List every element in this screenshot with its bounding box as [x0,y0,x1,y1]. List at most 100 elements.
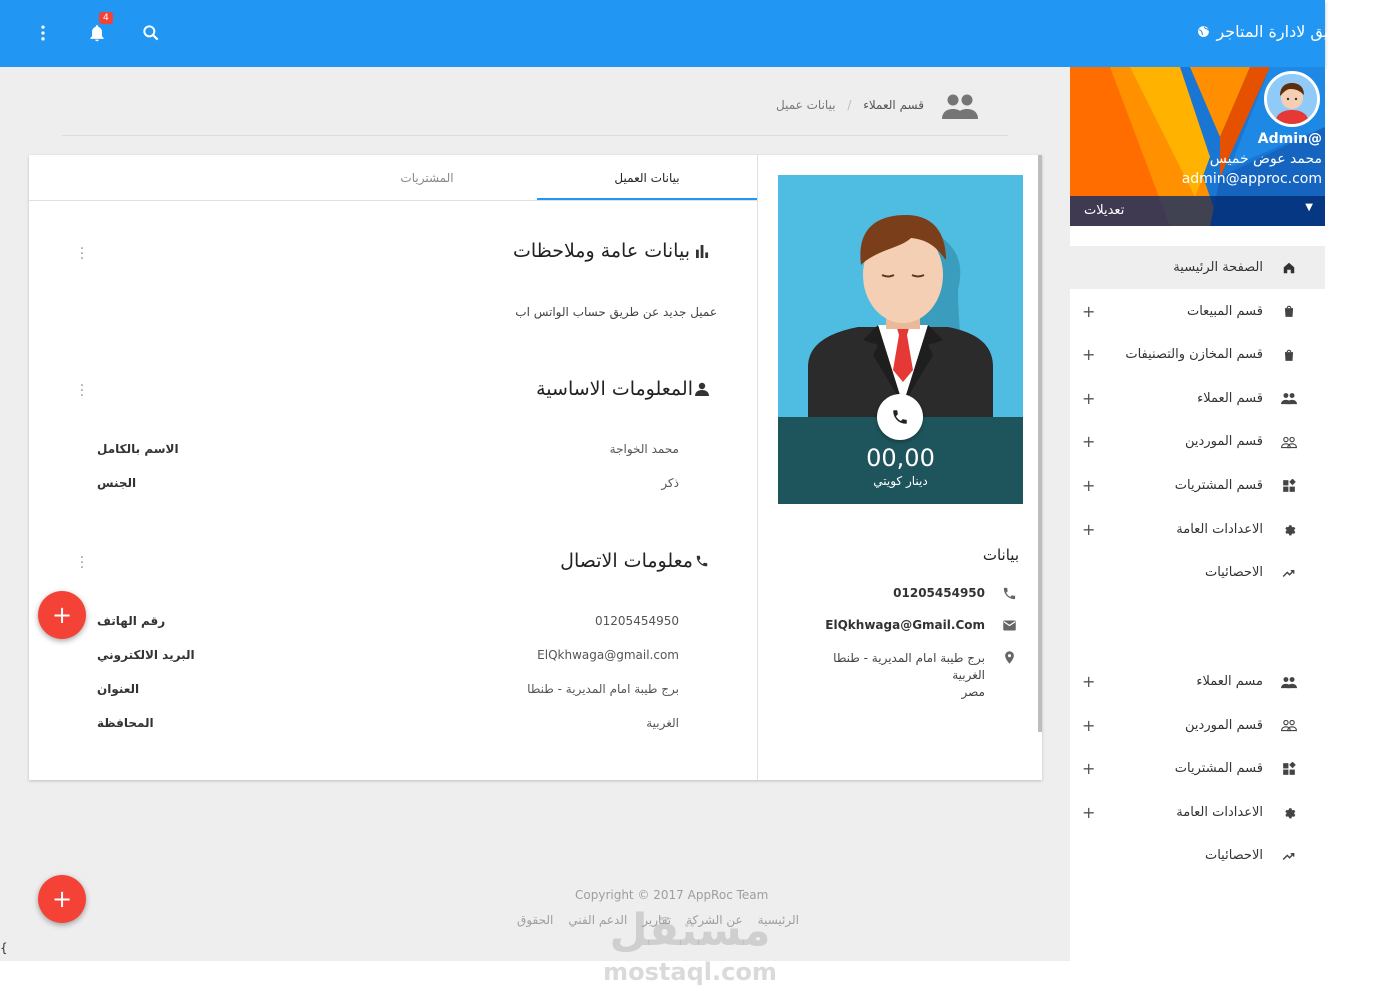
general-note: عميل جديد عن طريق حساب الواتس اب [515,305,717,319]
info-email: ElQkhwaga@Gmail.Com [825,618,985,632]
sidebar-item-label: قسم المشتريات [1174,761,1263,776]
address-value: برج طيبة امام المديرية - طنطا [527,682,679,696]
expand-plus-icon[interactable]: + [1082,672,1095,691]
phone-icon [893,410,907,424]
scrollbar[interactable] [1038,155,1042,732]
search-icon[interactable] [138,20,164,46]
sidebar-item-label: قسم المبيعات [1186,303,1263,319]
sidebar-item[interactable]: قسم المشتريات + [1070,464,1325,507]
sidebar-item-label: قسم المخازن والتصنيفات [1125,347,1263,363]
sidebar-item[interactable]: الاحصائيات [1070,551,1325,594]
watermark-arabic: مستقل [609,905,771,956]
phone-value: 01205454950 [595,614,679,628]
profile-name: محمد عوض خميس [1209,151,1322,167]
sidebar-item[interactable]: قسم المبيعات + [1070,290,1325,333]
general-header: بيانات عامة وملاحظات [513,240,709,262]
tabs-divider [29,200,757,201]
widgets-icon [1281,478,1297,494]
sidebar-item-label: قسم الموردين [1185,434,1263,450]
sidebar-item[interactable]: مسم العملاء + [1070,660,1325,703]
people-icon [1281,674,1297,690]
info-address: برج طيبة امام المديرية - طنطا الغربية مص… [833,650,985,701]
info-address-line1: برج طيبة امام المديرية - طنطا [833,651,985,665]
notification-badge: 4 [99,12,113,24]
avatar[interactable] [1264,71,1320,127]
widgets-icon [1281,761,1297,777]
globe-icon [1198,26,1210,37]
sidebar-item-label: الصفحة الرئيسية [1173,260,1263,275]
email-label: البريد الالكتروني [97,648,195,662]
trending-up-icon [1281,565,1297,581]
sidebar-item[interactable]: الصفحة الرئيسية [1070,246,1325,289]
gear-icon [1281,804,1297,820]
sidebar-item[interactable]: الاعدادات العامة + [1070,508,1325,551]
breadcrumb: قسم العملاء / بيانات عميل [776,98,924,112]
sidebar-item-label: الاعدادات العامة [1176,804,1263,820]
more-vert-icon[interactable]: · · · [79,379,85,403]
settings-dropdown[interactable]: تعديلات ▼ [1070,196,1325,226]
info-title: بيانات [982,546,1019,564]
balance-value: 00,00 [866,444,935,472]
sidebar-item-label: الاحصائيات [1204,848,1263,863]
shopping-bag-icon [1281,347,1297,363]
people-icon [942,92,978,124]
top-app-bar [0,0,1325,67]
gender-value: ذكر [661,476,679,490]
sidebar-item[interactable]: قسم الموردين + [1070,704,1325,747]
sidebar-item[interactable]: الاحصائيات [1070,834,1325,877]
sidebar-item[interactable]: قسم المخازن والتصنيفات + [1070,333,1325,376]
profile-email: admin@approc.com [1181,171,1322,187]
phone-label: رقم الهاتف [97,614,166,628]
app-title: تطبيق لادارة المتاجر [1197,22,1351,41]
breadcrumb-section[interactable]: قسم العملاء [863,98,924,112]
more-vert-icon[interactable]: · · · [79,551,85,575]
tab-customer-data[interactable]: بيانات العميل [537,171,757,185]
sidebar-item-label: مسم العملاء [1196,674,1263,689]
expand-plus-icon[interactable]: + [1082,476,1095,495]
phone-icon [696,555,708,567]
home-icon [1281,260,1297,276]
bar-chart-icon [696,244,709,258]
sidebar-item[interactable]: قسم المشتريات + [1070,747,1325,790]
call-button[interactable] [877,394,923,440]
stray-text: { [0,941,8,955]
app-title-text: تطبيق لادارة المتاجر [1216,22,1351,41]
tab-purchases[interactable]: المشتريات [317,171,537,185]
person-icon [695,382,709,396]
chevron-down-icon: ▼ [1305,202,1313,213]
expand-plus-icon[interactable]: + [1082,432,1095,451]
general-title: بيانات عامة وملاحظات [512,240,690,262]
fullname-value: محمد الخواجة [609,442,679,456]
breadcrumb-separator: / [847,98,852,112]
phone-icon [1002,586,1017,605]
basic-title: المعلومات الاساسية [536,378,693,400]
expand-plus-icon[interactable]: + [1082,803,1095,822]
footer-copyright: Copyright © 2017 AppRoc Team [575,888,769,902]
email-value: ElQkhwaga@gmail.com [537,648,679,662]
expand-plus-icon[interactable]: + [1082,345,1095,364]
expand-plus-icon[interactable]: + [1082,302,1095,321]
sidebar-item-label: الاعدادات العامة [1176,521,1263,537]
sidebar-item[interactable]: الاعدادات العامة + [1070,791,1325,834]
profile-handle: @Admin [1257,131,1322,147]
sidebar-item[interactable]: قسم الموردين + [1070,420,1325,463]
footer-link-rights[interactable]: الحقوق [517,913,553,927]
balance-currency: دينار كويتي [873,474,928,488]
info-phone: 01205454950 [893,586,985,600]
watermark-latin: mostaql.com [603,958,777,986]
more-vert-icon[interactable] [30,20,56,46]
expand-plus-icon[interactable]: + [1082,389,1095,408]
people-icon [1281,390,1297,406]
customer-avatar [778,175,1023,417]
settings-label: تعديلات [1084,203,1125,218]
add-fab-button-bottom[interactable]: + [38,875,86,923]
expand-plus-icon[interactable]: + [1082,759,1095,778]
card-divider [757,155,758,780]
expand-plus-icon[interactable]: + [1082,520,1095,539]
sidebar-item-label: قسم المشتريات [1174,478,1263,493]
expand-plus-icon[interactable]: + [1082,716,1095,735]
sidebar-item[interactable]: قسم العملاء + [1070,377,1325,420]
more-vert-icon[interactable]: · · · [79,242,85,266]
sidebar-item-label: قسم العملاء [1197,390,1263,406]
add-fab-button[interactable]: + [38,591,86,639]
